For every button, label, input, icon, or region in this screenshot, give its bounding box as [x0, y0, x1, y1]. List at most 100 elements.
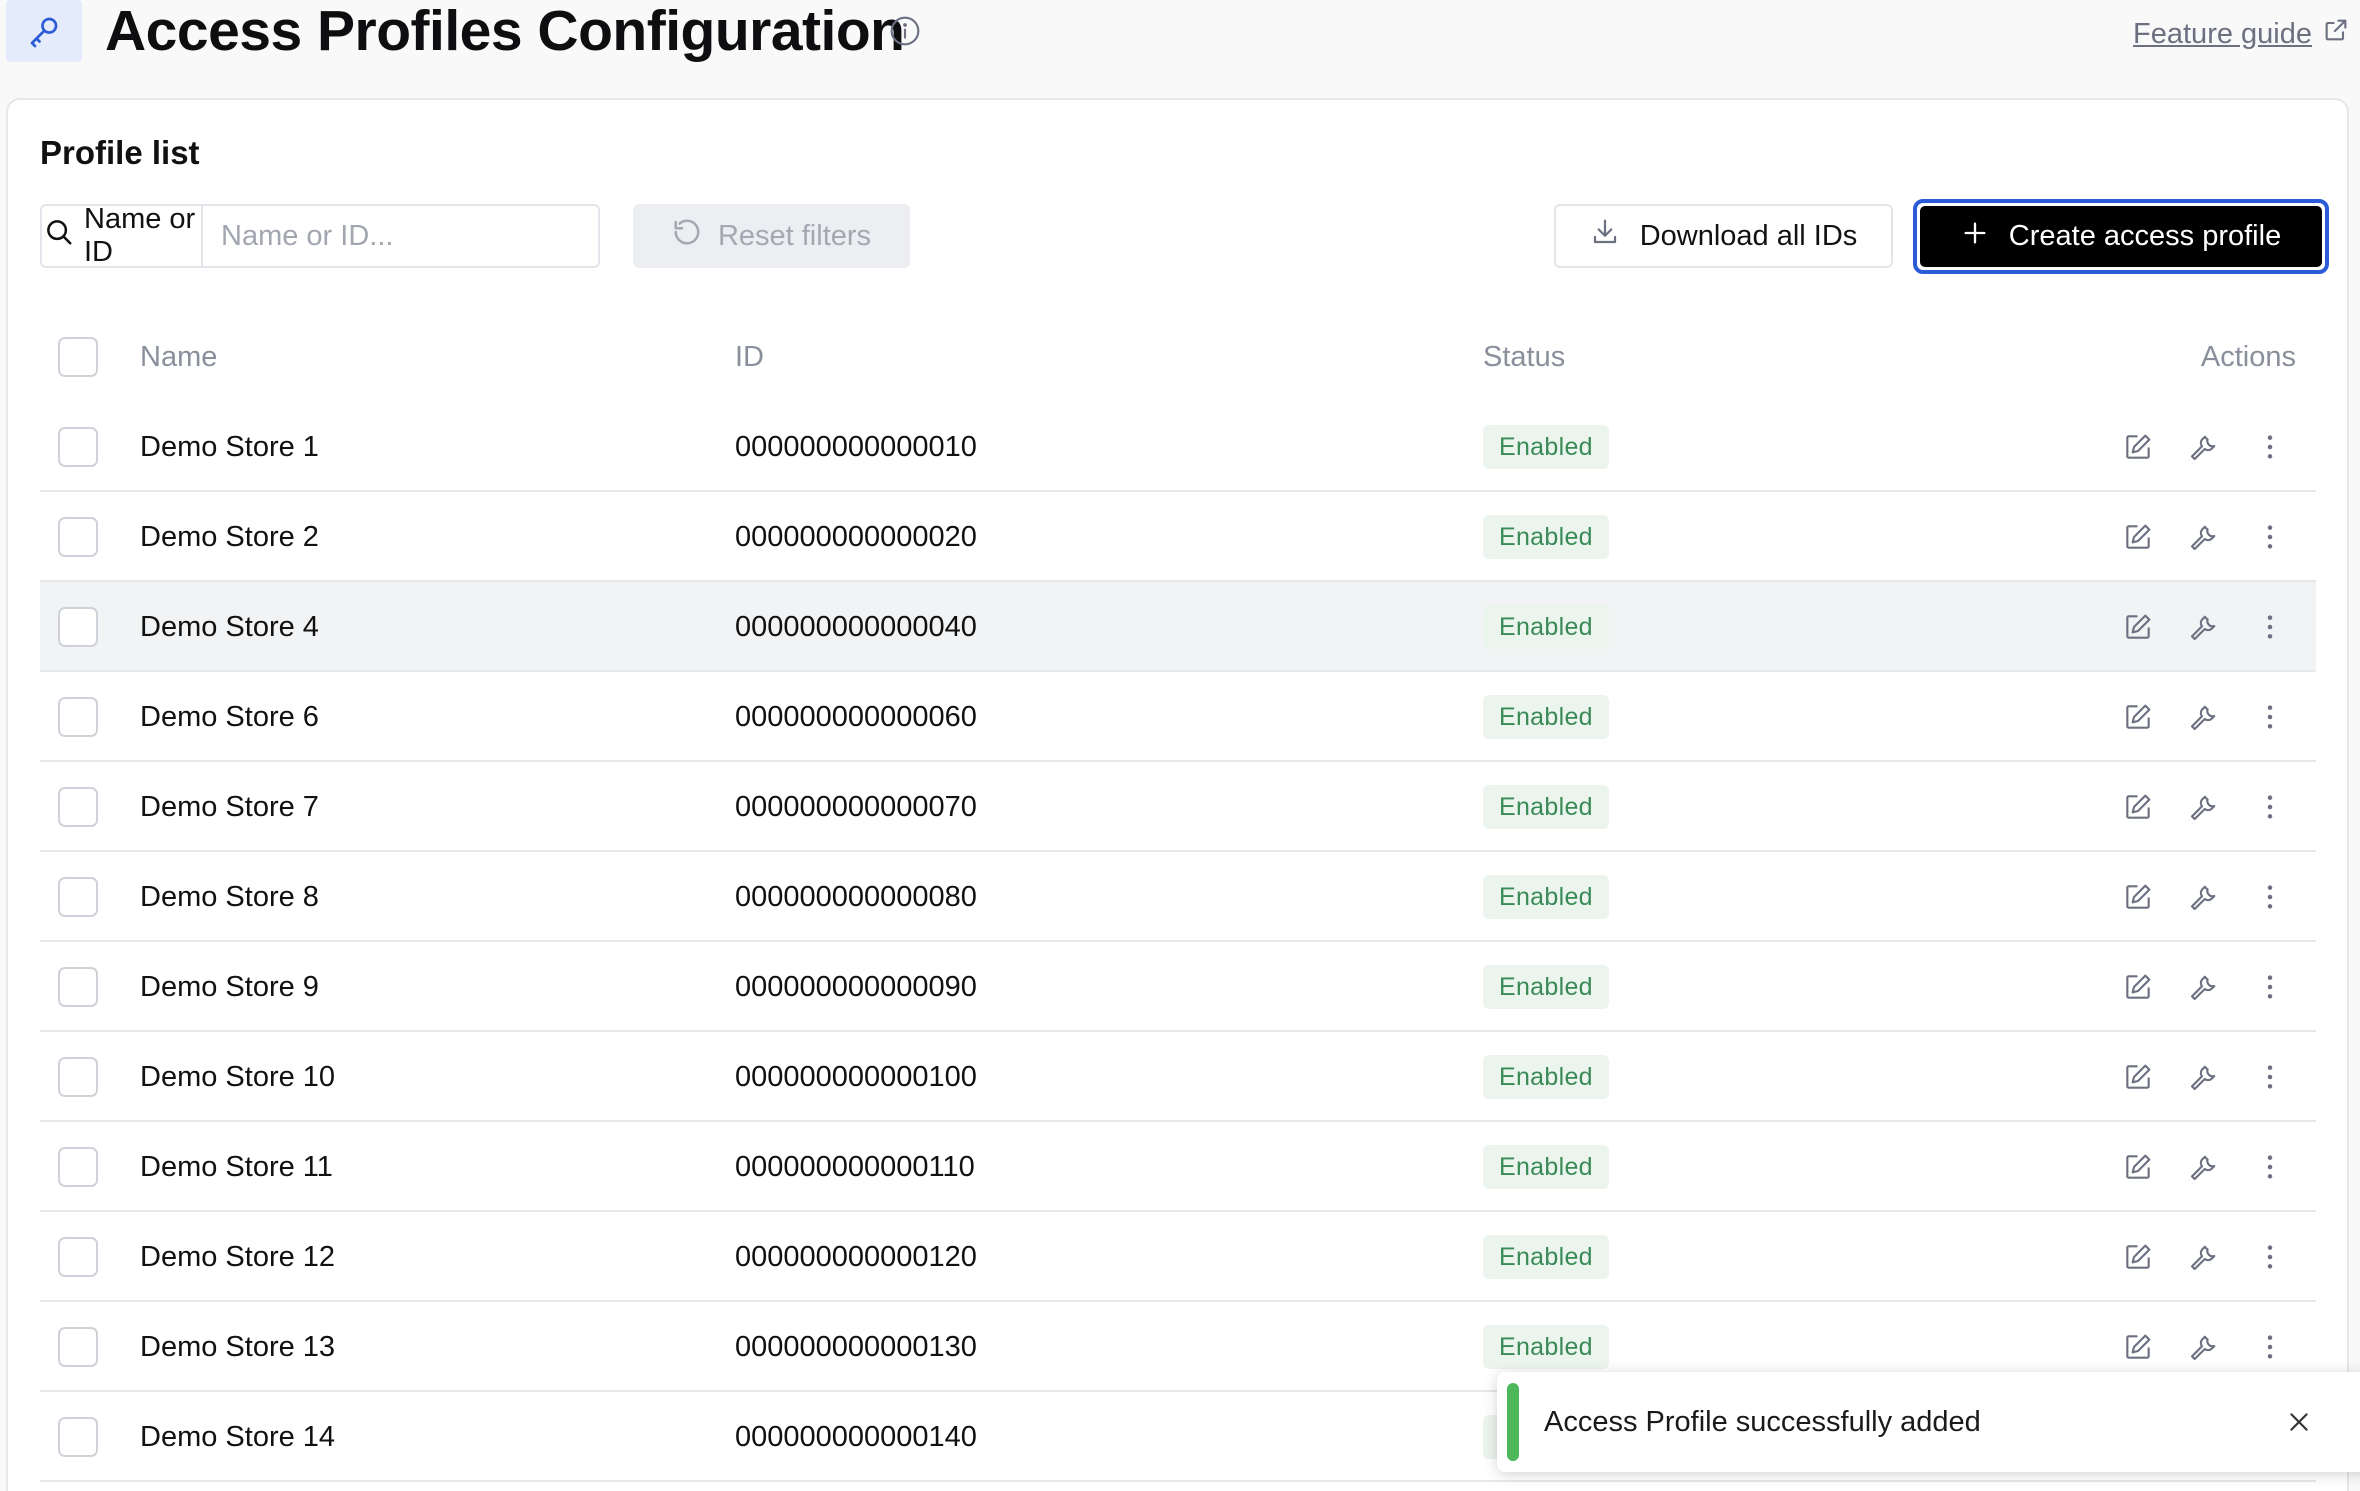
plus-icon [1961, 219, 1989, 255]
row-checkbox[interactable] [58, 1147, 98, 1187]
search-input[interactable] [203, 206, 598, 266]
profiles-table: Name ID Status Actions Demo Store 1 00000… [40, 312, 2316, 1482]
status-badge: Enabled [1483, 965, 1609, 1009]
column-header-id[interactable]: ID [735, 312, 764, 402]
row-name: Demo Store 13 [140, 1331, 336, 1363]
status-badge: Enabled [1483, 695, 1609, 739]
page: Access Profiles Configuration Feature gu… [0, 0, 2360, 1491]
edit-icon[interactable] [2120, 429, 2156, 465]
row-actions [2120, 699, 2288, 735]
wrench-icon[interactable] [2186, 519, 2222, 555]
more-vertical-icon[interactable] [2252, 789, 2288, 825]
table-body: Demo Store 1 000000000000010 Enabled Demo S… [40, 402, 2316, 1482]
search-filter-label[interactable]: Name or ID [42, 203, 203, 268]
row-name: Demo Store 9 [140, 971, 319, 1003]
row-checkbox[interactable] [58, 877, 98, 917]
success-toast: Access Profile successfully added [1497, 1372, 2360, 1472]
reset-filters-button[interactable]: Reset filters [633, 204, 910, 268]
edit-icon[interactable] [2120, 1239, 2156, 1275]
refresh-icon [672, 217, 702, 255]
row-name: Demo Store 12 [140, 1241, 336, 1273]
row-checkbox[interactable] [58, 697, 98, 737]
table-row[interactable]: Demo Store 8 000000000000080 Enabled [40, 852, 2316, 942]
row-checkbox[interactable] [58, 1237, 98, 1277]
table-row[interactable]: Demo Store 9 000000000000090 Enabled [40, 942, 2316, 1032]
row-checkbox[interactable] [58, 517, 98, 557]
more-vertical-icon[interactable] [2252, 1239, 2288, 1275]
row-checkbox[interactable] [58, 607, 98, 647]
status-badge: Enabled [1483, 515, 1609, 559]
wrench-icon[interactable] [2186, 1239, 2222, 1275]
wrench-icon[interactable] [2186, 699, 2222, 735]
toast-message: Access Profile successfully added [1544, 1406, 1981, 1438]
close-icon[interactable] [2281, 1404, 2317, 1440]
table-row[interactable]: Demo Store 10 000000000000100 Enabled [40, 1032, 2316, 1122]
reset-filters-label: Reset filters [717, 219, 872, 252]
status-badge: Enabled [1483, 425, 1609, 469]
status-badge: Enabled [1483, 875, 1609, 919]
wrench-icon[interactable] [2186, 609, 2222, 645]
row-checkbox[interactable] [58, 1417, 98, 1457]
wrench-icon[interactable] [2186, 429, 2222, 465]
edit-icon[interactable] [2120, 789, 2156, 825]
download-label: Download all IDs [1639, 219, 1858, 252]
table-row[interactable]: Demo Store 1 000000000000010 Enabled [40, 402, 2316, 492]
table-row[interactable]: Demo Store 12 000000000000120 Enabled [40, 1212, 2316, 1302]
row-checkbox[interactable] [58, 1327, 98, 1367]
wrench-icon[interactable] [2186, 969, 2222, 1005]
more-vertical-icon[interactable] [2252, 699, 2288, 735]
more-vertical-icon[interactable] [2252, 429, 2288, 465]
more-vertical-icon[interactable] [2252, 969, 2288, 1005]
column-header-status[interactable]: Status [1483, 312, 1565, 402]
edit-icon[interactable] [2120, 1329, 2156, 1365]
wrench-icon[interactable] [2186, 879, 2222, 915]
row-checkbox[interactable] [58, 427, 98, 467]
row-id: 000000000000010 [735, 431, 977, 463]
wrench-icon[interactable] [2186, 1059, 2222, 1095]
more-vertical-icon[interactable] [2252, 879, 2288, 915]
row-checkbox[interactable] [58, 1057, 98, 1097]
row-name: Demo Store 4 [140, 611, 319, 643]
row-actions [2120, 429, 2288, 465]
table-row[interactable]: Demo Store 11 000000000000110 Enabled [40, 1122, 2316, 1212]
create-label: Create access profile [2008, 220, 2282, 252]
edit-icon[interactable] [2120, 1149, 2156, 1185]
download-all-ids-button[interactable]: Download all IDs [1554, 204, 1893, 268]
edit-icon[interactable] [2120, 519, 2156, 555]
key-icon [6, 0, 82, 62]
create-button-inner: Create access profile [1920, 206, 2322, 267]
more-vertical-icon[interactable] [2252, 1149, 2288, 1185]
edit-icon[interactable] [2120, 699, 2156, 735]
row-actions [2120, 789, 2288, 825]
edit-icon[interactable] [2120, 609, 2156, 645]
row-checkbox[interactable] [58, 967, 98, 1007]
toast-status-bar [1507, 1383, 1519, 1461]
column-header-name[interactable]: Name [140, 312, 217, 402]
row-name: Demo Store 7 [140, 791, 319, 823]
table-row[interactable]: Demo Store 2 000000000000020 Enabled [40, 492, 2316, 582]
row-name: Demo Store 1 [140, 431, 319, 463]
table-row[interactable]: Demo Store 7 000000000000070 Enabled [40, 762, 2316, 852]
download-icon [1590, 217, 1620, 255]
table-row[interactable]: Demo Store 4 000000000000040 Enabled [40, 582, 2316, 672]
more-vertical-icon[interactable] [2252, 1059, 2288, 1095]
edit-icon[interactable] [2120, 969, 2156, 1005]
info-icon[interactable] [889, 15, 921, 47]
edit-icon[interactable] [2120, 1059, 2156, 1095]
row-actions [2120, 1149, 2288, 1185]
create-access-profile-button[interactable]: Create access profile [1913, 199, 2329, 274]
wrench-icon[interactable] [2186, 1329, 2222, 1365]
select-all-checkbox[interactable] [58, 337, 98, 377]
edit-icon[interactable] [2120, 879, 2156, 915]
more-vertical-icon[interactable] [2252, 609, 2288, 645]
row-id: 000000000000110 [735, 1151, 975, 1183]
wrench-icon[interactable] [2186, 789, 2222, 825]
row-actions [2120, 1059, 2288, 1095]
status-badge: Enabled [1483, 605, 1609, 649]
table-row[interactable]: Demo Store 6 000000000000060 Enabled [40, 672, 2316, 762]
more-vertical-icon[interactable] [2252, 1329, 2288, 1365]
row-checkbox[interactable] [58, 787, 98, 827]
feature-guide-link[interactable]: Feature guide [2133, 16, 2350, 52]
more-vertical-icon[interactable] [2252, 519, 2288, 555]
wrench-icon[interactable] [2186, 1149, 2222, 1185]
